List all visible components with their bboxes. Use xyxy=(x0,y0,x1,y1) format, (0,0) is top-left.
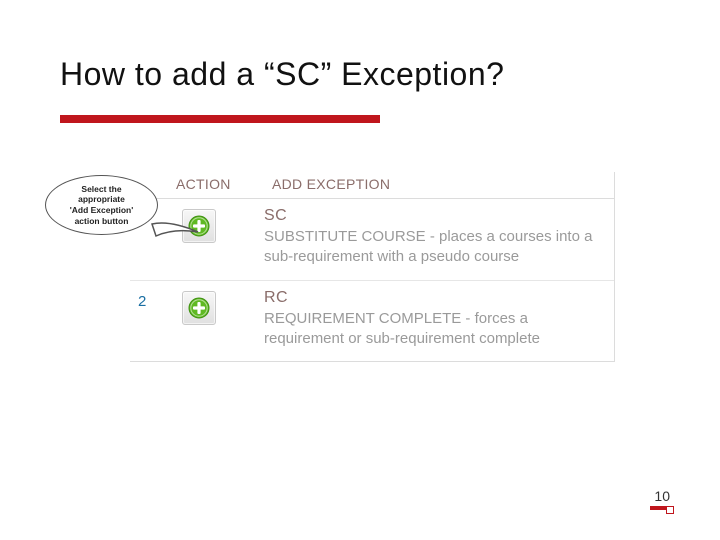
row-action-cell xyxy=(176,289,264,325)
header-exception: ADD EXCEPTION xyxy=(264,172,614,198)
exception-description: SUBSTITUTE COURSE - places a courses int… xyxy=(264,227,600,268)
callout-text: Select the appropriate 'Add Exception' a… xyxy=(70,184,134,227)
row-description-cell: RC REQUIREMENT COMPLETE - forces a requi… xyxy=(264,289,614,350)
add-exception-button[interactable] xyxy=(182,291,216,325)
callout-bubble: Select the appropriate 'Add Exception' a… xyxy=(45,175,158,235)
title-underline xyxy=(60,115,380,123)
plus-icon xyxy=(188,297,210,319)
exception-code: SC xyxy=(264,207,600,225)
row-description-cell: SC SUBSTITUTE COURSE - places a courses … xyxy=(264,207,614,268)
page-number: 10 xyxy=(654,488,670,504)
exception-code: RC xyxy=(264,289,600,307)
table-row: 2 RC REQUIREMENT COMPLETE - forces a req… xyxy=(130,281,614,362)
row-index: 2 xyxy=(130,289,176,310)
header-action: ACTION xyxy=(168,172,264,198)
exception-description: REQUIREMENT COMPLETE - forces a requirem… xyxy=(264,309,600,350)
callout-tail xyxy=(150,222,200,244)
table-row: SC SUBSTITUTE COURSE - places a courses … xyxy=(130,199,614,281)
exception-table: ACTION ADD EXCEPTION SC SUBSTITUTE COURS… xyxy=(130,172,615,362)
page-title: How to add a “SC” Exception? xyxy=(60,56,660,93)
table-header-row: ACTION ADD EXCEPTION xyxy=(130,172,614,199)
footer-accent-square xyxy=(666,506,674,514)
slide: How to add a “SC” Exception? Select the … xyxy=(0,0,720,540)
